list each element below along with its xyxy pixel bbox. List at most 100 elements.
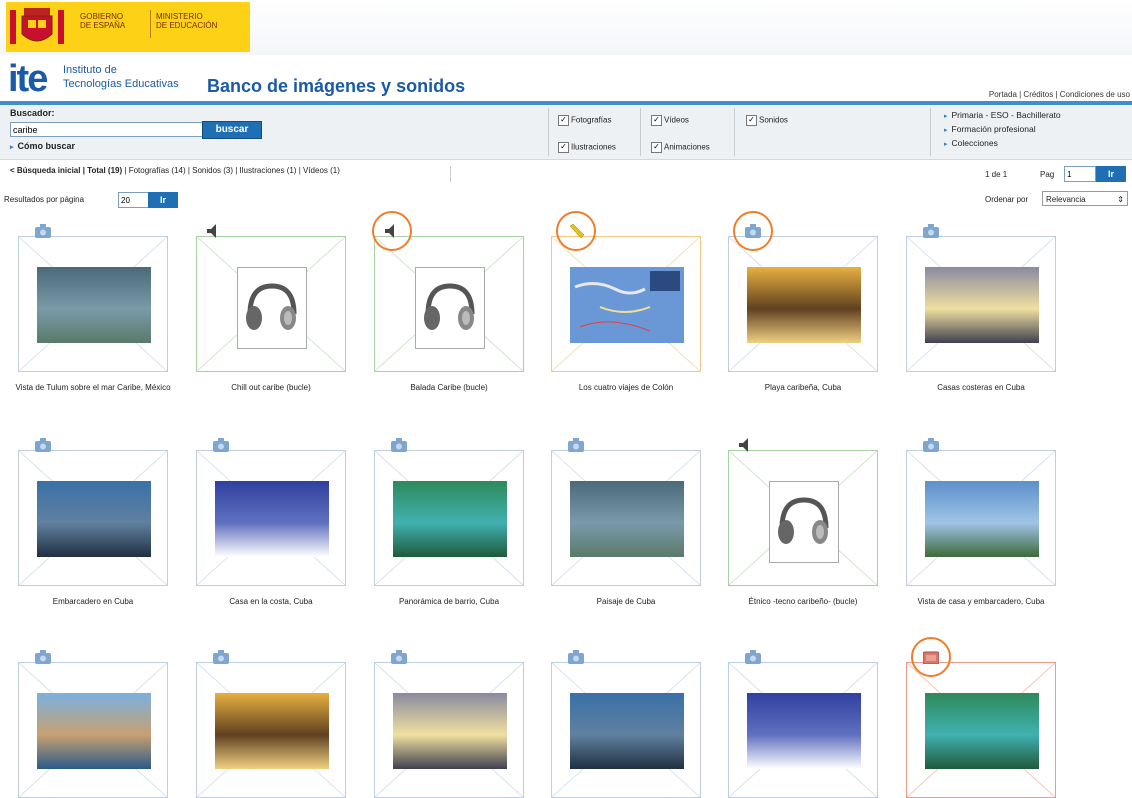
- filter-fotografias[interactable]: ✓ Fotografías: [558, 115, 611, 126]
- result-caption[interactable]: Vista de casa y embarcadero, Cuba: [897, 596, 1065, 607]
- result-caption[interactable]: Los cuatro viajes de Colón: [542, 382, 710, 393]
- photo-thumbnail[interactable]: [570, 693, 684, 769]
- result-caption[interactable]: Casas costeras en Cuba: [897, 382, 1065, 393]
- level-link-primaria[interactable]: ▸ Primaria - ESO - Bachillerato: [944, 109, 1061, 123]
- result-caption[interactable]: Vista de Tulum sobre el mar Caribe, Méxi…: [9, 382, 177, 393]
- page-of-text: 1 de 1: [985, 170, 1008, 179]
- filter-separator: [548, 108, 549, 156]
- camera-icon: [568, 650, 584, 664]
- result-card[interactable]: [374, 662, 524, 798]
- photo-thumbnail[interactable]: [393, 693, 507, 769]
- result-card[interactable]: [18, 450, 168, 586]
- search-input[interactable]: [10, 122, 204, 137]
- result-card[interactable]: [196, 662, 346, 798]
- gobierno-text: GOBIERNO DE ESPAÑA: [80, 12, 126, 30]
- photo-thumbnail[interactable]: [215, 693, 329, 769]
- result-card[interactable]: [728, 662, 878, 798]
- result-card[interactable]: [18, 236, 168, 372]
- filter-separator: [640, 108, 641, 156]
- camera-icon: [35, 438, 51, 452]
- search-label: Buscador:: [10, 108, 55, 118]
- bullet-icon: ▸: [10, 144, 14, 151]
- photo-thumbnail[interactable]: [215, 481, 329, 557]
- photo-thumbnail[interactable]: [747, 267, 861, 343]
- camera-icon: [391, 650, 407, 664]
- page-label: Pag: [1040, 170, 1055, 179]
- result-card[interactable]: [728, 236, 878, 372]
- headphones-thumbnail[interactable]: [769, 481, 839, 563]
- level-link-fp[interactable]: ▸ Formación profesional: [944, 123, 1061, 137]
- photo-thumbnail[interactable]: [747, 693, 861, 769]
- top-links[interactable]: Portada | Créditos | Condiciones de uso: [989, 90, 1130, 99]
- headphones-thumbnail[interactable]: [237, 267, 307, 349]
- level-link-colecciones[interactable]: ▸ Colecciones: [944, 137, 1061, 151]
- level-links: ▸ Primaria - ESO - Bachillerato ▸ Formació…: [944, 109, 1061, 151]
- result-caption[interactable]: Playa caribeña, Cuba: [719, 382, 887, 393]
- result-card[interactable]: [551, 662, 701, 798]
- filter-sonidos[interactable]: ✓ Sonidos: [746, 115, 788, 126]
- per-page-go-button[interactable]: Ir: [148, 192, 178, 208]
- filter-ilustraciones[interactable]: ✓ Ilustraciones: [558, 142, 616, 153]
- bullet-icon: ▸: [944, 141, 948, 148]
- result-caption[interactable]: Chill out caribe (bucle): [187, 382, 355, 393]
- checkbox-checked-icon[interactable]: ✓: [558, 142, 569, 153]
- photo-thumbnail[interactable]: [37, 693, 151, 769]
- photo-thumbnail[interactable]: [925, 481, 1039, 557]
- camera-icon: [923, 224, 939, 238]
- site-title: Banco de imágenes y sonidos: [207, 76, 466, 96]
- ite-subtitle-1: Instituto de: [63, 64, 117, 76]
- camera-icon: [35, 650, 51, 664]
- result-caption[interactable]: Étnico -tecno caribeño- (bucle): [719, 596, 887, 607]
- page-go-button[interactable]: Ir: [1096, 166, 1126, 182]
- checkbox-checked-icon[interactable]: ✓: [651, 115, 662, 126]
- per-page-input[interactable]: [118, 192, 150, 208]
- order-select[interactable]: Relevancia ⇕: [1042, 191, 1128, 206]
- search-button[interactable]: buscar: [202, 121, 262, 139]
- select-arrows-icon: ⇕: [1117, 195, 1124, 204]
- camera-icon: [213, 438, 229, 452]
- result-caption[interactable]: Paisaje de Cuba: [542, 596, 710, 607]
- video-thumbnail[interactable]: [925, 693, 1039, 769]
- result-card[interactable]: [374, 236, 524, 372]
- order-label: Ordenar por: [985, 195, 1029, 204]
- result-card[interactable]: [374, 450, 524, 586]
- camera-icon: [568, 438, 584, 452]
- result-card[interactable]: [551, 236, 701, 372]
- camera-icon: [213, 650, 229, 664]
- photo-thumbnail[interactable]: [570, 267, 684, 343]
- checkbox-checked-icon[interactable]: ✓: [746, 115, 757, 126]
- checkbox-checked-icon[interactable]: ✓: [558, 115, 569, 126]
- photo-thumbnail[interactable]: [37, 481, 151, 557]
- photo-thumbnail[interactable]: [37, 267, 151, 343]
- bullet-icon: ▸: [944, 113, 948, 120]
- page-input[interactable]: [1064, 166, 1096, 182]
- photo-thumbnail[interactable]: [570, 481, 684, 557]
- photo-thumbnail[interactable]: [925, 267, 1039, 343]
- ite-logo[interactable]: ite: [8, 58, 48, 101]
- back-to-search-link[interactable]: < Búsqueda inicial: [10, 166, 80, 175]
- checkbox-checked-icon[interactable]: ✓: [651, 142, 662, 153]
- result-card[interactable]: [906, 450, 1056, 586]
- how-to-search-link[interactable]: ▸ Cómo buscar: [10, 141, 75, 151]
- result-caption[interactable]: Balada Caribe (bucle): [365, 382, 533, 393]
- result-caption[interactable]: Embarcadero en Cuba: [9, 596, 177, 607]
- per-page-label: Resultados por página: [4, 195, 85, 204]
- camera-icon: [745, 650, 761, 664]
- camera-icon: [391, 438, 407, 452]
- headphones-thumbnail[interactable]: [415, 267, 485, 349]
- result-caption[interactable]: Casa en la costa, Cuba: [187, 596, 355, 607]
- result-card[interactable]: [196, 236, 346, 372]
- result-card[interactable]: [906, 662, 1056, 798]
- result-card[interactable]: [18, 662, 168, 798]
- result-card[interactable]: [196, 450, 346, 586]
- result-caption[interactable]: Panorámica de barrio, Cuba: [365, 596, 533, 607]
- filter-videos[interactable]: ✓ Vídeos: [651, 115, 689, 126]
- photo-thumbnail[interactable]: [393, 481, 507, 557]
- filter-animaciones[interactable]: ✓ Animaciones: [651, 142, 710, 153]
- type-breakdown-links[interactable]: Fotografías (14) | Sonidos (3) | Ilustra…: [129, 166, 340, 175]
- total-results-link[interactable]: Total (19): [87, 166, 122, 175]
- ite-subtitle-2: Tecnologías Educativas: [63, 78, 179, 90]
- result-card[interactable]: [728, 450, 878, 586]
- result-card[interactable]: [551, 450, 701, 586]
- result-card[interactable]: [906, 236, 1056, 372]
